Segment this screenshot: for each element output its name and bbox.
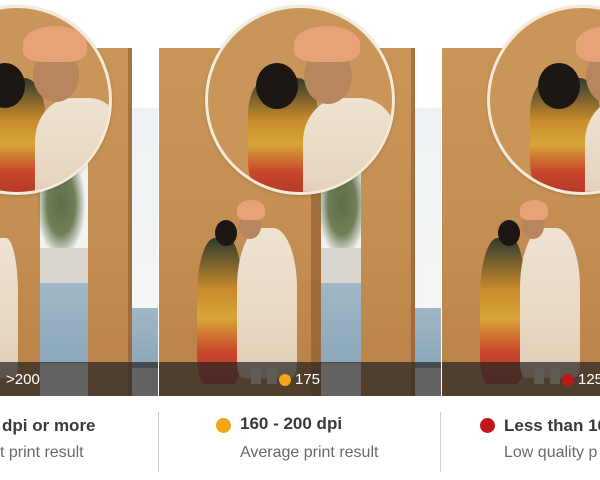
groom-figure bbox=[0, 238, 18, 378]
legend-subtitle-high: t print result bbox=[0, 444, 84, 461]
pool bbox=[132, 308, 158, 368]
legend-divider bbox=[158, 412, 159, 472]
red-dot-icon bbox=[480, 418, 495, 433]
info-bar: 125 bbox=[442, 362, 600, 396]
yellow-dot-icon bbox=[216, 418, 231, 433]
legend-title-high: dpi or more bbox=[2, 416, 96, 435]
bride-hair bbox=[256, 63, 298, 109]
legend-subtitle-average: Average print result bbox=[240, 444, 379, 461]
sky bbox=[415, 108, 441, 308]
dpi-indicator: 175 bbox=[295, 371, 321, 388]
zoom-circle-middle bbox=[205, 5, 395, 195]
legend-subtitle-low: Low quality p bbox=[504, 444, 598, 461]
pool bbox=[40, 283, 88, 363]
turban bbox=[23, 26, 87, 62]
groom-closeup bbox=[35, 98, 109, 192]
turban bbox=[520, 200, 548, 220]
groom-figure bbox=[520, 228, 580, 378]
info-bar: 175 bbox=[159, 362, 441, 396]
quality-dot-icon bbox=[562, 374, 574, 386]
groom-figure bbox=[237, 228, 297, 378]
groom-closeup bbox=[303, 98, 392, 192]
zoom-circle-left bbox=[0, 5, 112, 195]
print-quality-comparison: >200 175 125 bbox=[0, 0, 600, 396]
deck bbox=[40, 248, 88, 284]
turban bbox=[237, 200, 265, 220]
deck bbox=[321, 248, 361, 284]
sky bbox=[132, 108, 158, 308]
turban bbox=[294, 26, 360, 62]
info-bar: >200 bbox=[0, 362, 158, 396]
bride-head bbox=[215, 220, 237, 246]
dpi-indicator: >200 bbox=[6, 371, 40, 388]
legend-title-low: Less than 160 bbox=[504, 416, 600, 435]
bride-hair bbox=[538, 63, 580, 109]
bride-head bbox=[498, 220, 520, 246]
turban bbox=[576, 26, 600, 62]
pool bbox=[321, 283, 361, 363]
quality-dot-icon bbox=[279, 374, 291, 386]
legend-title-average: 160 - 200 dpi bbox=[240, 414, 343, 433]
legend-divider bbox=[440, 412, 441, 472]
dpi-indicator: 125 bbox=[578, 371, 600, 388]
pool bbox=[415, 308, 441, 368]
